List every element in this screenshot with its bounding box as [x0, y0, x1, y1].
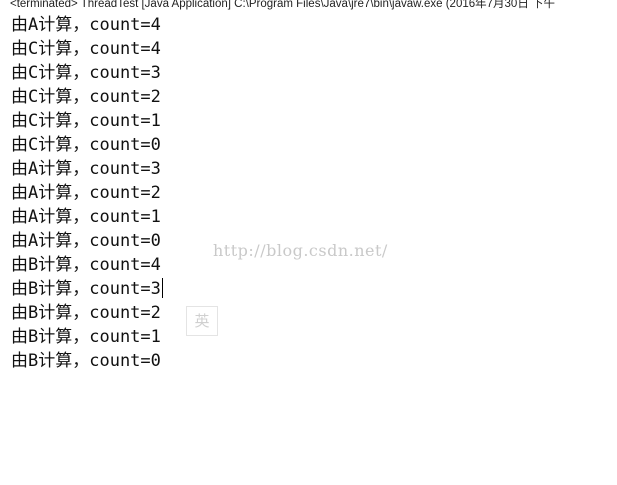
- console-line: 由C计算，count=1: [11, 111, 161, 131]
- console-line: 由A计算，count=3: [11, 159, 161, 179]
- console-output[interactable]: 由A计算，count=4 由C计算，count=4 由C计算，count=3 由…: [11, 13, 611, 373]
- console-line-text: 由B计算，count=3: [11, 279, 161, 299]
- console-line: 由C计算，count=4: [11, 39, 161, 59]
- console-line: 由B计算，count=1: [11, 327, 161, 347]
- console-line: 由A计算，count=1: [11, 207, 161, 227]
- console-line: 由C计算，count=3: [11, 63, 161, 83]
- console-line: 由A计算，count=4: [11, 15, 161, 35]
- console-status-header: <terminated> ThreadTest [Java Applicatio…: [10, 0, 556, 10]
- console-line: 由C计算，count=0: [11, 135, 161, 155]
- console-line-with-caret: 由B计算，count=3: [11, 277, 611, 301]
- text-caret: [161, 278, 163, 298]
- console-line: 由C计算，count=2: [11, 87, 161, 107]
- console-line: 由A计算，count=2: [11, 183, 161, 203]
- console-line: 由B计算，count=0: [11, 351, 161, 371]
- blog-watermark: http://blog.csdn.net/: [213, 241, 388, 260]
- ime-language-indicator[interactable]: 英: [186, 306, 218, 336]
- console-line: 由B计算，count=2: [11, 303, 161, 323]
